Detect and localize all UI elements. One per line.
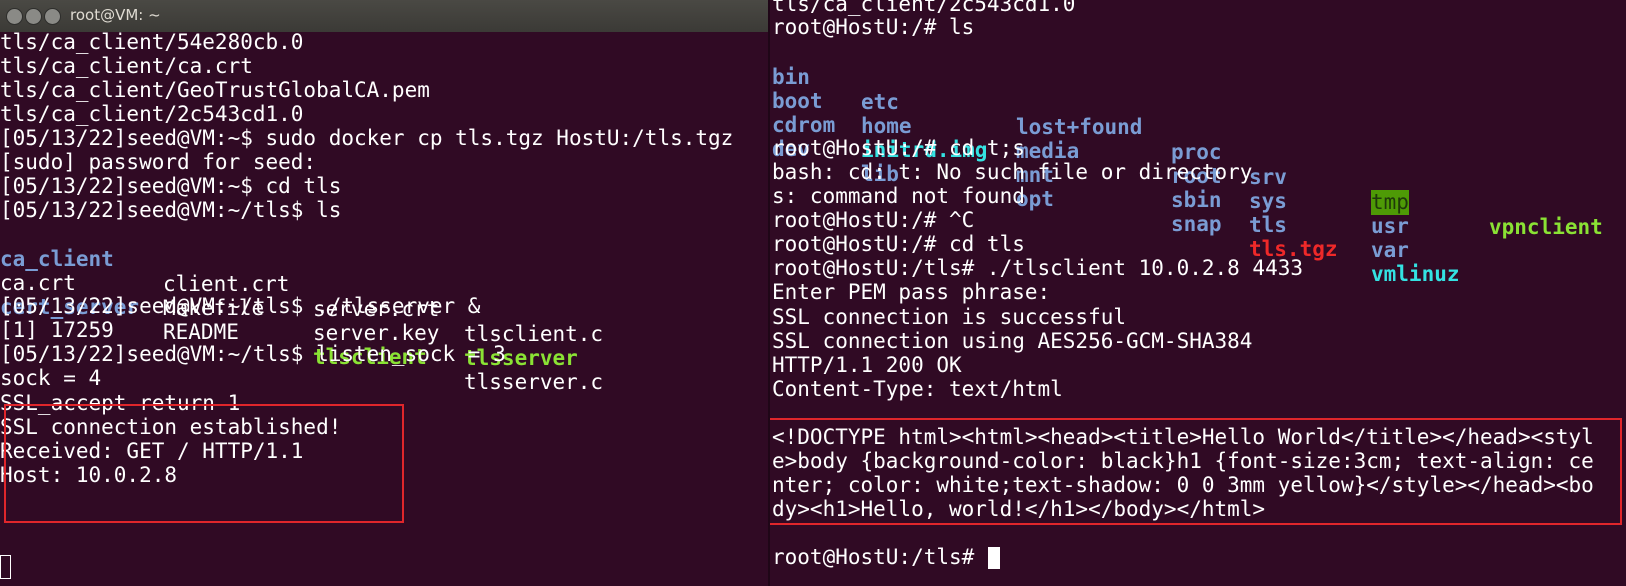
terminal-line: root@HostU:/# ls (772, 15, 975, 39)
terminal-line: root@HostU:/# cd t;s (772, 136, 1025, 160)
ls-output-row: ca.crt Makefile server.key tlsserver (0, 246, 770, 370)
terminal-line: [sudo] password for seed: (0, 150, 317, 174)
terminal-line: bash: cd: t: No such file or directory (772, 160, 1253, 184)
terminal-line: sock = 4 (0, 366, 102, 390)
terminal-line: [1] 17259 (0, 318, 114, 342)
ls-entry: tlsserver.c (464, 370, 604, 394)
ls-entry-directory: usr (1371, 214, 1409, 238)
ls-output-row: cert_server README tlsclient tlsserver.c (0, 270, 770, 394)
close-icon[interactable] (6, 8, 23, 25)
maximize-icon[interactable] (44, 8, 61, 25)
terminal-line: SSL connection is successful (772, 305, 1127, 329)
terminal-prompt: root@HostU:/tls# (772, 545, 987, 569)
terminal-cursor (0, 555, 11, 579)
left-terminal-window[interactable]: root@VM: ~ tls/ca_client/54e280cb.0 tls/… (0, 0, 770, 586)
ls-entry-directory: snap (1171, 212, 1222, 236)
ls-entry-directory: sbin (1171, 188, 1222, 212)
ls-entry-directory: var (1371, 238, 1409, 262)
terminal-line: tls/ca_client/2c543cd1.0 (0, 102, 304, 126)
ls-entry-directory: sys (1249, 189, 1287, 213)
ls-entry-symlink: vmlinuz (1371, 262, 1460, 286)
ls-entry-sticky-directory: tmp (1371, 190, 1409, 215)
ls-entry-directory: tls (1249, 213, 1287, 237)
terminal-line: [05/13/22]seed@VM:~/tls$ ls (0, 198, 342, 222)
ls-output-row: dev lib opt snap tls.tgz vmlinuz (772, 112, 1622, 286)
terminal-line: tls/ca_client/GeoTrustGlobalCA.pem (0, 78, 430, 102)
right-terminal-window[interactable]: tls/ca_client/2c543cd1.0 root@HostU:/# l… (770, 0, 1626, 586)
ls-output-row: bin etc lost+found proc srv tmp vpnclien… (772, 40, 1622, 239)
terminal-line: Content-Type: text/html (772, 377, 1063, 401)
window-title: root@VM: ~ (70, 6, 161, 24)
terminal-line: tls/ca_client/ca.crt (0, 54, 253, 78)
terminal-line: HTTP/1.1 200 OK (772, 353, 962, 377)
terminal-line: [05/13/22]seed@VM:~/tls$ ./tlsserver & (0, 294, 481, 318)
terminal-line: root@HostU:/# cd tls (772, 232, 1025, 256)
ls-output-row: ca_client client.crt server.crt tlsclien… (0, 222, 770, 346)
ls-output-row: boot home media root sys usr (772, 64, 1622, 238)
terminal-line: root@HostU:/tls# ./tlsclient 10.0.2.8 44… (772, 256, 1304, 280)
terminal-line: [05/13/22]seed@VM:~$ cd tls (0, 174, 342, 198)
terminal-line: [05/13/22]seed@VM:~$ sudo docker cp tls.… (0, 126, 734, 150)
minimize-icon[interactable] (25, 8, 42, 25)
terminal-line: Enter PEM pass phrase: (772, 280, 1051, 304)
terminal-cursor[interactable] (988, 547, 1000, 569)
ls-entry-directory: srv (1249, 165, 1287, 189)
terminal-line: [05/13/22]seed@VM:~/tls$ listen_sock = 3 (0, 342, 506, 366)
ls-output-row: cdrom initrd.img mnt sbin tls var (772, 88, 1622, 262)
title-bar[interactable]: root@VM: ~ (0, 0, 770, 32)
ls-entry-executable: vpnclient (1489, 215, 1603, 239)
highlight-box (4, 404, 404, 523)
terminal-line: SSL connection using AES256-GCM-SHA384 (772, 329, 1253, 353)
terminal-line: tls/ca_client/54e280cb.0 (0, 30, 304, 54)
terminal-line: root@HostU:/# ^C (772, 208, 975, 232)
terminal-line: s: command not found (772, 184, 1025, 208)
highlight-box (770, 418, 1622, 525)
